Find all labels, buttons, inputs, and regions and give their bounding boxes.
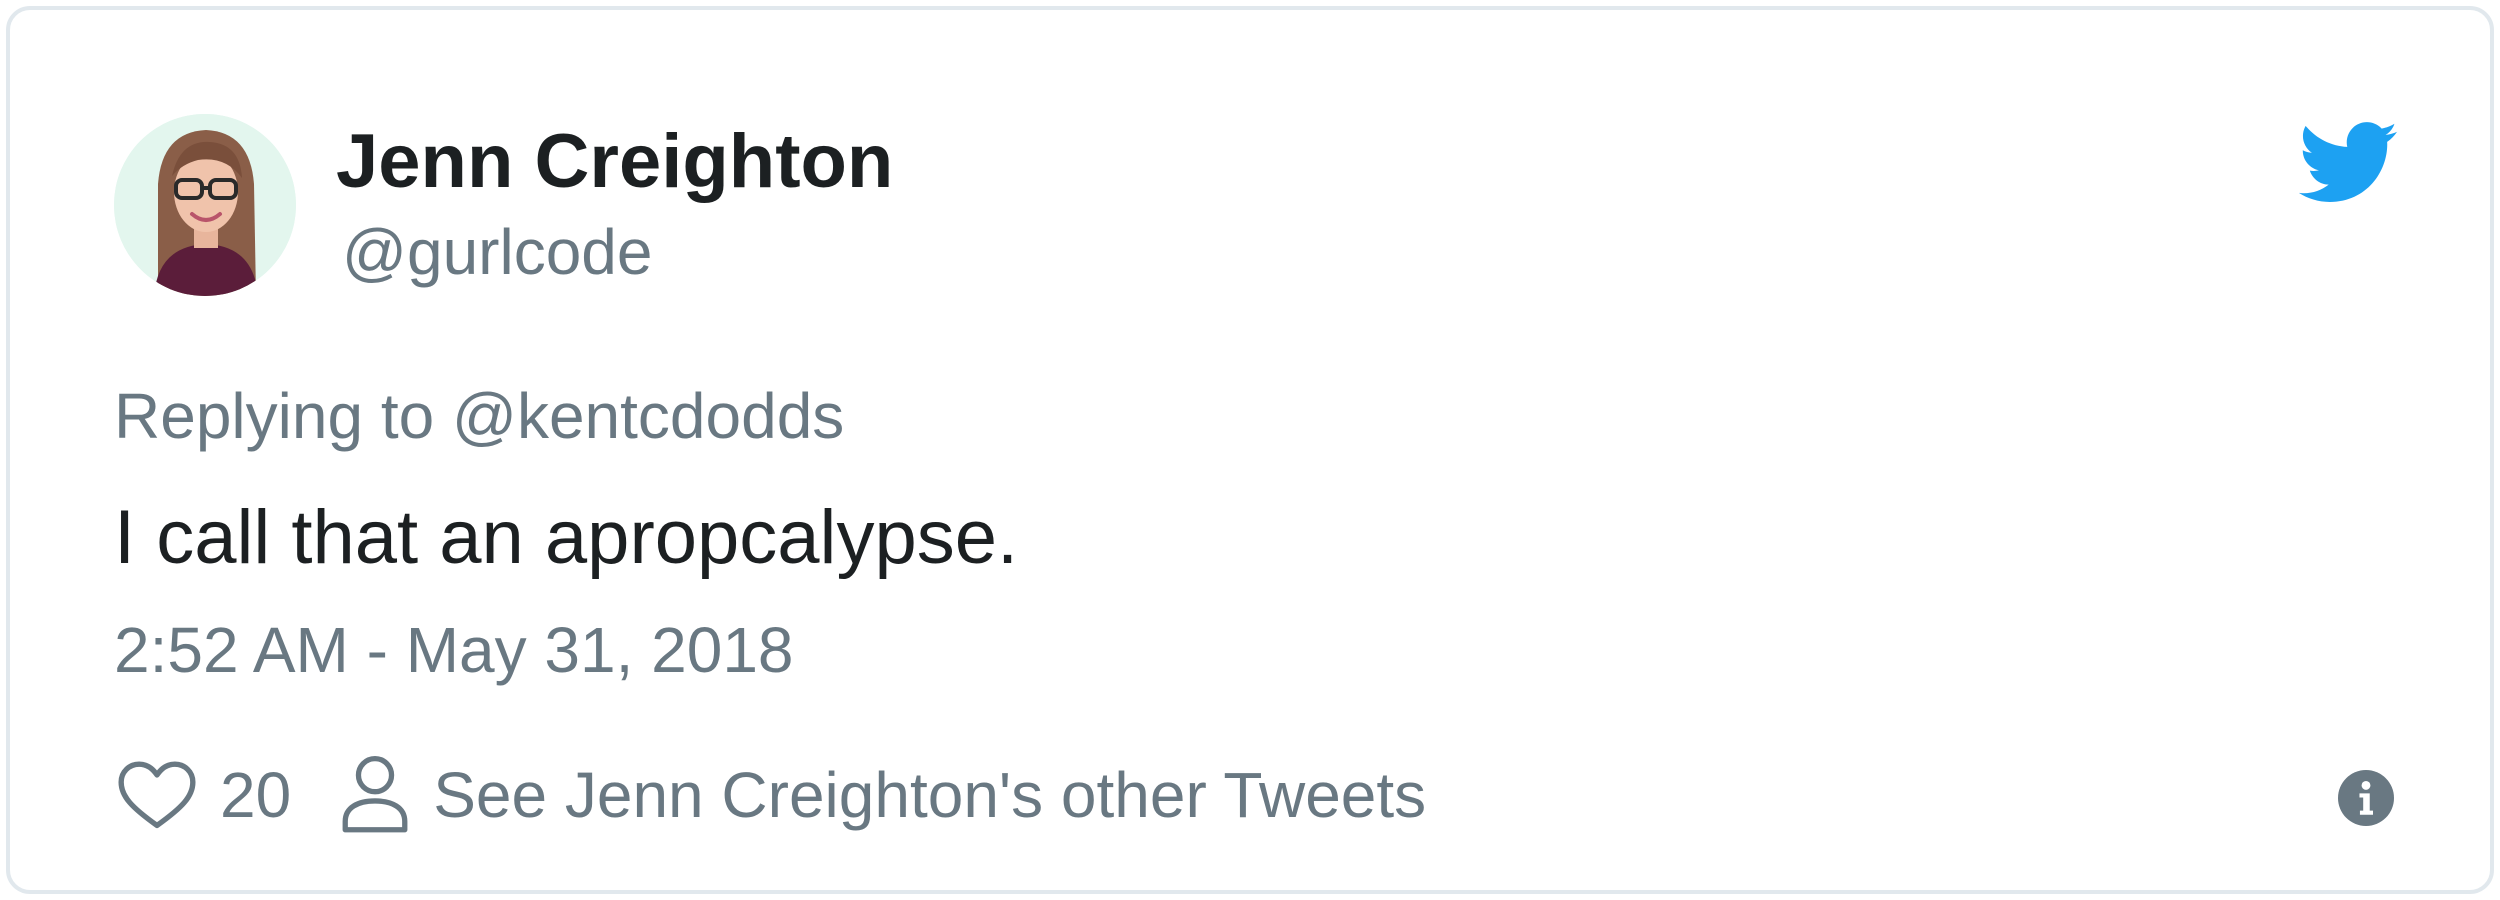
info-icon[interactable] (2338, 770, 2394, 826)
like-count[interactable]: 20 (220, 763, 291, 827)
twitter-bird-icon[interactable] (2298, 122, 2398, 204)
reply-context[interactable]: Replying to @kentcdodds (114, 384, 844, 448)
author-handle[interactable]: @gurlcode (342, 220, 652, 284)
person-icon[interactable] (335, 752, 415, 838)
tweet-text: I call that an apropcalypse. (114, 495, 1019, 580)
see-other-tweets-link[interactable]: See Jenn Creighton's other Tweets (433, 763, 1426, 827)
tweet-actions: 20 See Jenn Creighton's other Tweets (114, 750, 1426, 840)
tweet-timestamp[interactable]: 2:52 AM - May 31, 2018 (114, 618, 794, 682)
avatar[interactable] (114, 114, 296, 296)
tweet-card: Jenn Creighton @gurlcode Replying to @ke… (6, 6, 2494, 894)
author-name[interactable]: Jenn Creighton (336, 124, 893, 200)
avatar-image (114, 114, 296, 296)
heart-icon[interactable] (114, 752, 200, 838)
